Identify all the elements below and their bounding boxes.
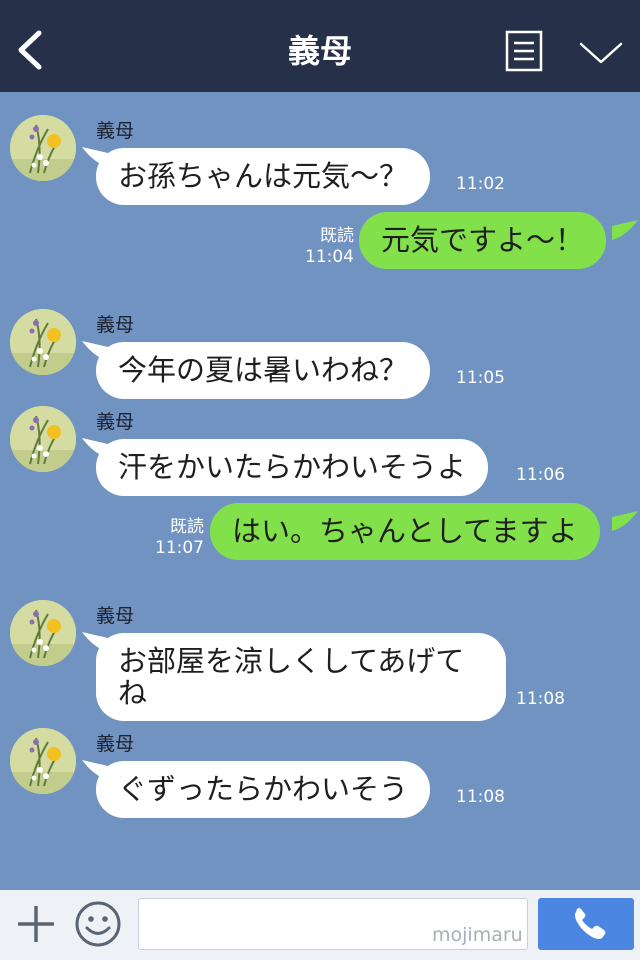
sender-name: 義母 [96,605,135,627]
bubble-tail [612,511,638,531]
message-time: 11:07 [155,538,204,558]
flower-photo-icon [10,115,76,181]
flower-photo-icon [10,600,76,666]
read-label: 既読 [320,226,354,246]
message-time: 11:08 [456,787,505,807]
flower-photo-icon [10,309,76,375]
bubble-tail [612,220,638,240]
flower-photo-icon [10,406,76,472]
read-status: 既読 11:07 [148,517,204,559]
message-time: 11:05 [456,368,505,388]
header-bar [0,0,640,92]
sender-name: 義母 [96,120,135,142]
incoming-message-bubble[interactable]: 今年の夏は暑いわね？ [96,342,431,399]
watermark: mojimaru [432,924,523,946]
sender-name: 義母 [96,733,135,755]
message-time: 11:02 [456,174,505,194]
phone-icon [575,908,606,939]
sender-name: 義母 [96,411,135,433]
flower-photo-icon [10,728,76,794]
plus-icon[interactable] [14,902,58,946]
incoming-message-bubble[interactable]: お孫ちゃんは元気〜？ [96,148,431,205]
back-chevron-icon[interactable] [12,28,48,72]
message-time: 11:06 [516,465,565,485]
read-label: 既読 [170,517,204,537]
avatar[interactable] [10,115,76,181]
chevron-down-icon[interactable] [578,40,624,68]
avatar[interactable] [10,309,76,375]
note-list-icon[interactable] [505,30,543,72]
smiley-icon[interactable] [74,900,122,948]
incoming-message-bubble[interactable]: お部屋を涼しくしてあげて ね [96,633,506,721]
avatar[interactable] [10,728,76,794]
read-status: 既読 11:04 [298,226,354,268]
incoming-message-bubble[interactable]: 汗をかいたらかわいそうよ [96,439,489,496]
outgoing-message-bubble[interactable]: はい。ちゃんとしてますよ [210,503,600,560]
message-time: 11:04 [305,247,354,267]
avatar[interactable] [10,406,76,472]
call-button[interactable] [538,898,634,950]
message-time: 11:08 [516,689,565,709]
sender-name: 義母 [96,314,135,336]
avatar[interactable] [10,600,76,666]
outgoing-message-bubble[interactable]: 元気ですよ〜！ [359,212,607,269]
incoming-message-bubble[interactable]: ぐずったらかわいそう [96,761,431,818]
chat-area[interactable]: 義母 お孫ちゃんは元気〜？ 11:02 既読 11:04 元気ですよ〜！ 義母 … [0,92,640,890]
